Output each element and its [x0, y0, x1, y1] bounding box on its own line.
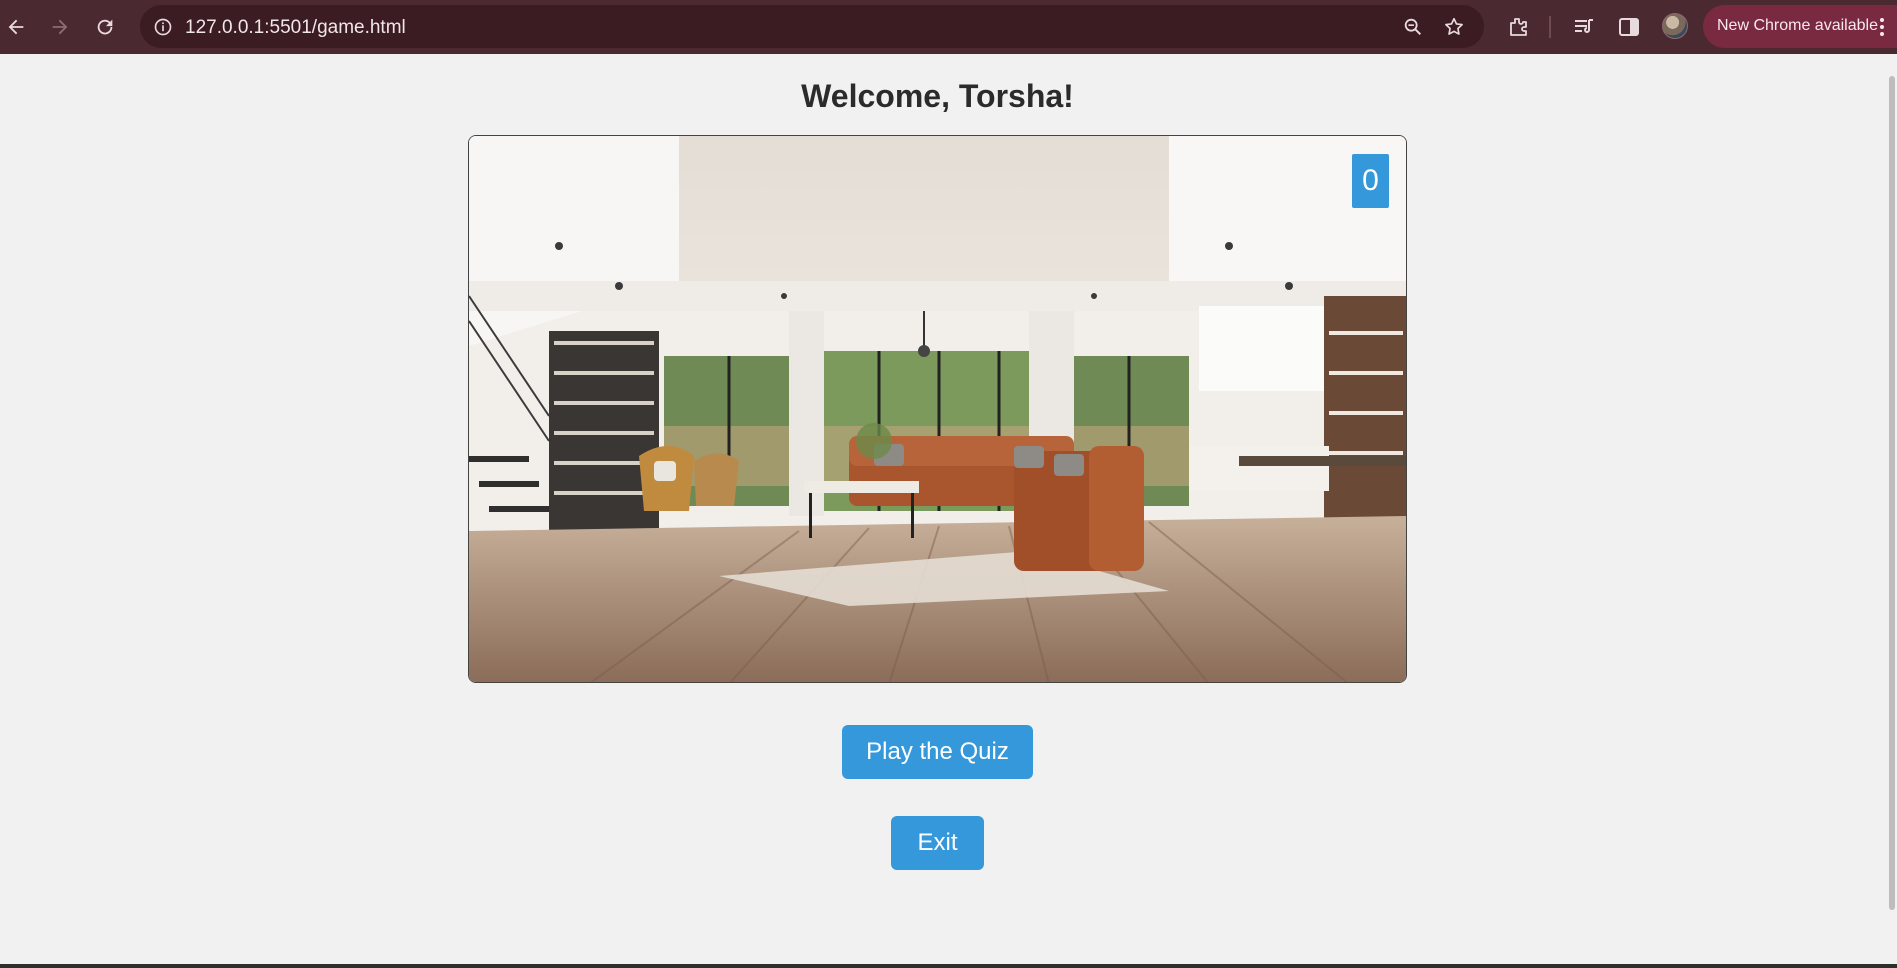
side-panel-icon — [1619, 18, 1639, 36]
reading-list-icon — [1575, 19, 1593, 33]
welcome-heading: Welcome, Torsha! — [801, 78, 1074, 114]
url-text[interactable]: 127.0.0.1:5501/game.html — [185, 17, 406, 39]
window-bottom-border — [0, 964, 1897, 968]
bookmark-button[interactable] — [1442, 15, 1466, 39]
side-panel-button[interactable] — [1616, 14, 1642, 40]
site-info-button[interactable] — [148, 12, 178, 42]
score-badge: 0 — [1352, 154, 1389, 208]
extensions-button[interactable] — [1505, 14, 1531, 40]
reload-icon — [97, 19, 113, 35]
reading-list-button[interactable] — [1571, 14, 1597, 40]
reload-button[interactable] — [85, 7, 125, 47]
profile-avatar[interactable] — [1662, 13, 1688, 39]
back-button[interactable] — [0, 7, 36, 47]
forward-arrow-icon — [52, 19, 68, 35]
exit-button[interactable]: Exit — [891, 816, 984, 870]
forward-button[interactable] — [40, 7, 80, 47]
update-label: New Chrome available — [1717, 17, 1878, 34]
browser-toolbar: 127.0.0.1:5501/game.html New Chrome avai… — [0, 0, 1897, 54]
back-arrow-icon — [8, 19, 24, 35]
scrollbar-thumb[interactable] — [1889, 76, 1895, 910]
extensions-icon — [1510, 18, 1527, 36]
zoom-button[interactable] — [1401, 15, 1425, 39]
living-room-image — [468, 135, 1407, 683]
zoom-icon — [1404, 18, 1422, 36]
kebab-menu-icon[interactable] — [1877, 17, 1887, 37]
bookmark-star-icon — [1445, 17, 1463, 35]
play-quiz-button[interactable]: Play the Quiz — [842, 725, 1033, 779]
toolbar-divider — [1549, 16, 1551, 38]
site-info-icon — [154, 18, 172, 36]
address-bar[interactable]: 127.0.0.1:5501/game.html — [140, 5, 1484, 48]
new-chrome-available-button[interactable]: New Chrome available — [1703, 5, 1897, 48]
